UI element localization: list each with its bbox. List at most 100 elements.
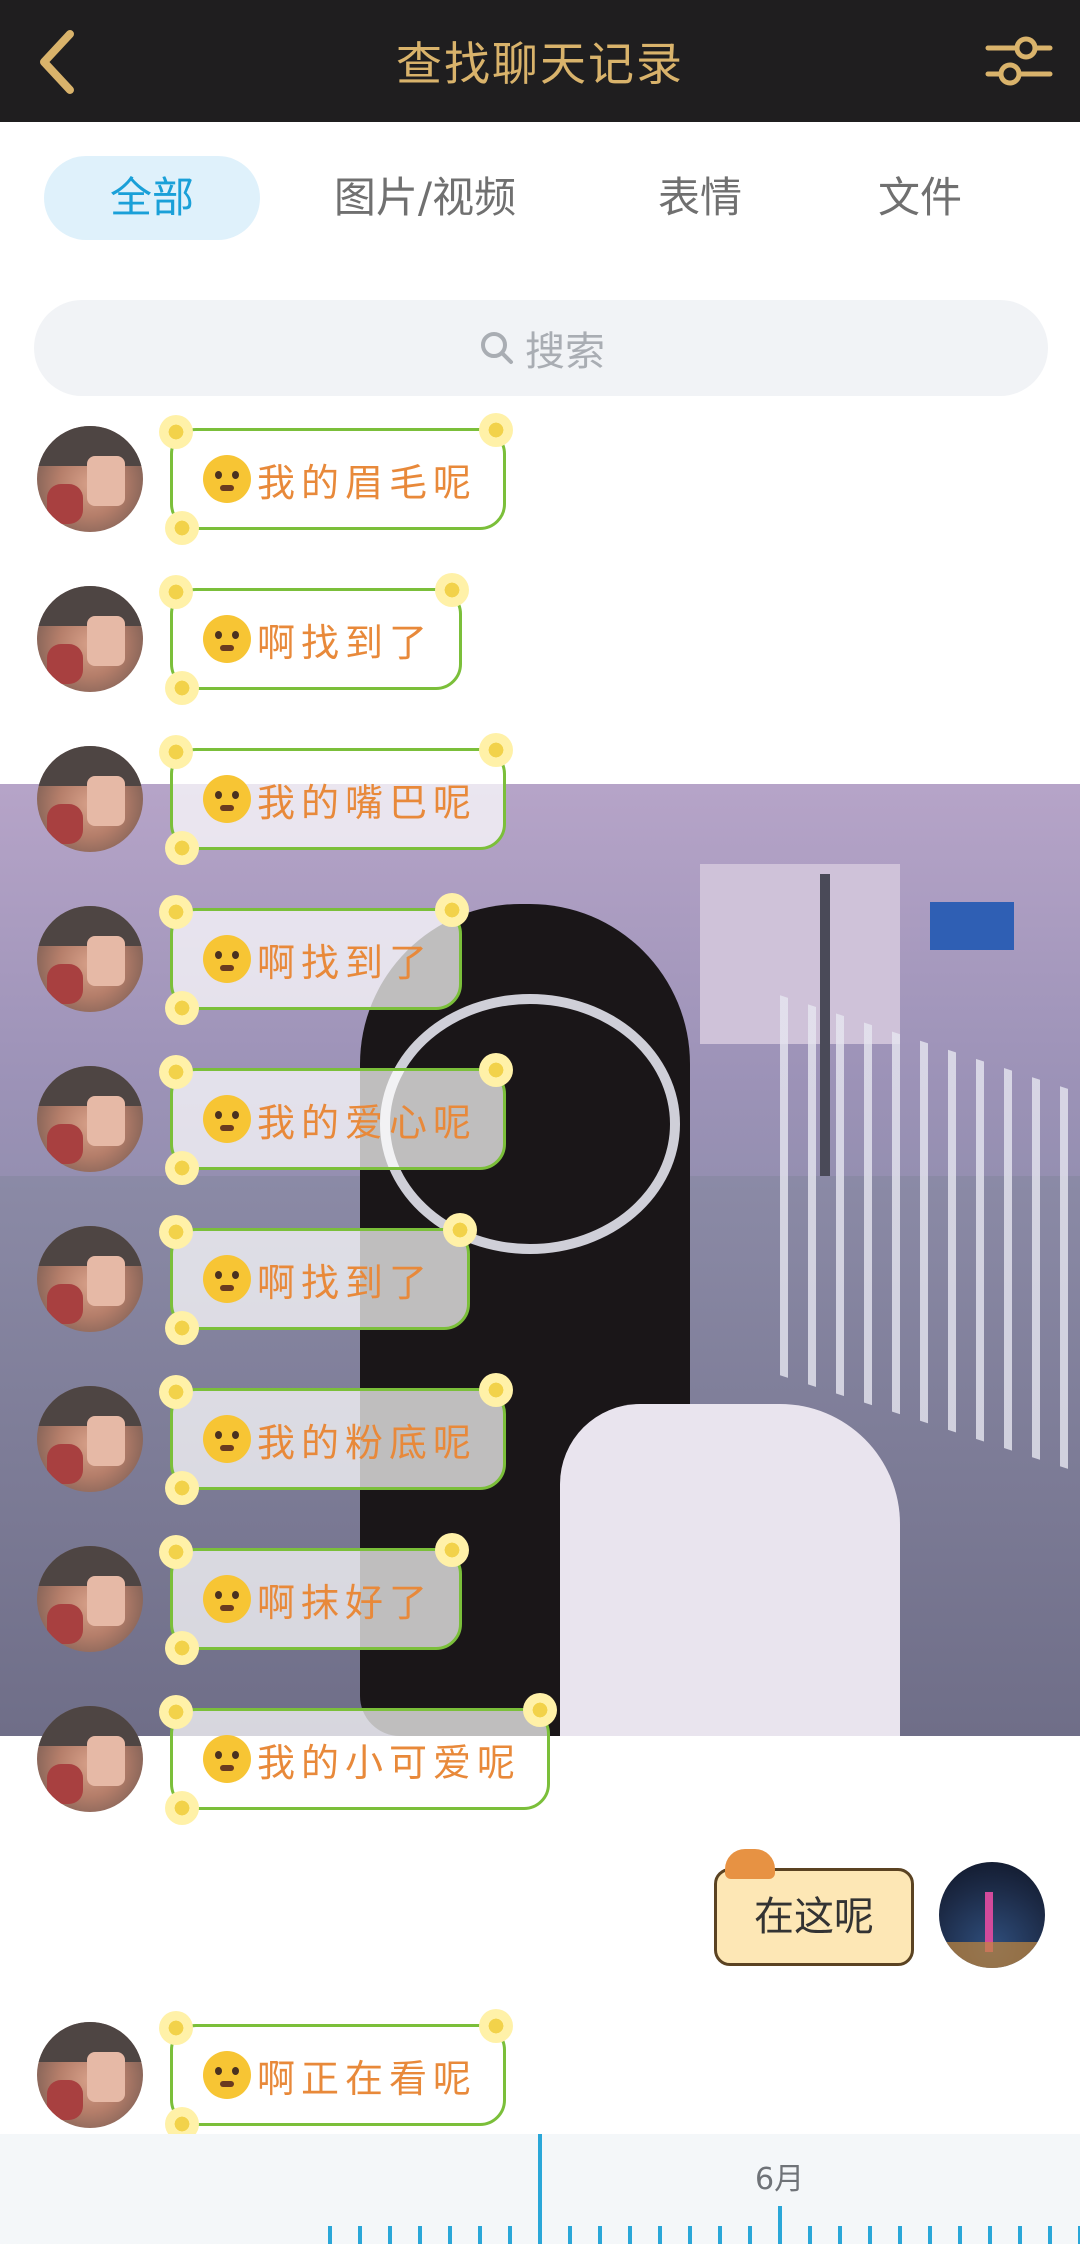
contact-avatar[interactable]	[37, 906, 143, 1012]
tab-all[interactable]: 全部	[44, 156, 260, 240]
message-bubble-self[interactable]: 在这呢	[714, 1849, 914, 1966]
filter-icon	[985, 36, 1053, 86]
message-row: 我的小可爱呢	[0, 1693, 1080, 1825]
search-icon	[481, 332, 513, 364]
flower-decoration-icon	[159, 575, 193, 609]
flower-decoration-icon	[159, 1215, 193, 1249]
date-timeline-scrubber[interactable]: 6月	[0, 2134, 1080, 2244]
flower-decoration-icon	[159, 2011, 193, 2045]
flower-decoration-icon	[159, 1695, 193, 1729]
flower-decoration-icon	[435, 1533, 469, 1567]
full-moon-face-icon	[203, 1575, 251, 1623]
frowning-face-icon	[203, 455, 251, 503]
contact-avatar[interactable]	[37, 2022, 143, 2128]
tab-images-videos[interactable]: 图片/视频	[320, 156, 530, 240]
new-moon-face-icon	[203, 1415, 251, 1463]
flower-decoration-icon	[165, 671, 199, 705]
tab-files[interactable]: 文件	[850, 156, 990, 240]
tab-stickers[interactable]: 表情	[630, 156, 770, 240]
message-row: 我的眉毛呢	[0, 413, 1080, 545]
flower-decoration-icon	[159, 1375, 193, 1409]
message-row: 啊找到了	[0, 573, 1080, 705]
flower-decoration-icon	[165, 991, 199, 1025]
message-bubble[interactable]: 我的爱心呢	[159, 1053, 513, 1185]
filter-button[interactable]	[982, 24, 1056, 98]
message-text: 啊正在看呢	[257, 2056, 478, 2101]
title-bar: 查找聊天记录	[0, 0, 1080, 122]
kissing-face-icon	[203, 1095, 251, 1143]
flower-decoration-icon	[165, 1311, 199, 1345]
contact-avatar[interactable]	[37, 1546, 143, 1652]
contact-avatar[interactable]	[37, 746, 143, 852]
contact-avatar[interactable]	[37, 1226, 143, 1332]
blowing-kiss-face-icon	[203, 1255, 251, 1303]
flower-decoration-icon	[165, 1791, 199, 1825]
flower-decoration-icon	[435, 573, 469, 607]
flower-decoration-icon	[479, 413, 513, 447]
message-row: 啊找到了	[0, 1213, 1080, 1345]
anguished-face-icon	[203, 615, 251, 663]
message-row: 啊抹好了	[0, 1533, 1080, 1665]
contact-avatar[interactable]	[37, 426, 143, 532]
flower-decoration-icon	[159, 415, 193, 449]
flower-decoration-icon	[165, 511, 199, 545]
message-bubble[interactable]: 啊正在看呢	[159, 2009, 513, 2141]
message-bubble[interactable]: 我的嘴巴呢	[159, 733, 513, 865]
message-text: 我的粉底呢	[257, 1420, 478, 1465]
message-row: 啊找到了	[0, 893, 1080, 1025]
message-text: 啊找到了	[257, 1260, 434, 1305]
tongue-out-face-icon	[203, 935, 251, 983]
message-row: 啊正在看呢	[0, 2009, 1080, 2141]
timeline-month-label: 6月	[755, 2162, 805, 2197]
flower-decoration-icon	[479, 2009, 513, 2043]
message-bubble[interactable]: 我的小可爱呢	[159, 1693, 557, 1825]
flower-decoration-icon	[165, 1151, 199, 1185]
flower-decoration-icon	[165, 831, 199, 865]
contact-avatar[interactable]	[37, 1066, 143, 1172]
message-text: 我的嘴巴呢	[257, 780, 478, 825]
search-input[interactable]: 搜索	[34, 300, 1048, 396]
flower-decoration-icon	[159, 895, 193, 929]
message-bubble[interactable]: 啊抹好了	[159, 1533, 469, 1665]
message-bubble[interactable]: 我的粉底呢	[159, 1373, 513, 1505]
page-title: 查找聊天记录	[396, 37, 684, 91]
contact-avatar[interactable]	[37, 1706, 143, 1812]
purple-heart-icon	[203, 1735, 251, 1783]
cat-sticker-decoration	[725, 1849, 775, 1879]
flower-decoration-icon	[479, 733, 513, 767]
timeline-ticks	[328, 2226, 1080, 2244]
flower-decoration-icon	[165, 1471, 199, 1505]
message-bubble[interactable]: 啊找到了	[159, 1213, 477, 1345]
message-text: 啊找到了	[257, 620, 434, 665]
flower-decoration-icon	[159, 1535, 193, 1569]
flower-decoration-icon	[443, 1213, 477, 1247]
tab-bar: 全部 图片/视频 表情 文件	[0, 122, 1080, 272]
message-text: 我的眉毛呢	[257, 460, 478, 505]
timeline-month-tick	[778, 2206, 782, 2244]
contact-avatar[interactable]	[37, 1386, 143, 1492]
message-text: 在这呢	[754, 1894, 874, 1940]
flower-decoration-icon	[435, 893, 469, 927]
search-placeholder: 搜索	[525, 329, 605, 375]
message-text: 我的爱心呢	[257, 1100, 478, 1145]
message-bubble[interactable]: 啊找到了	[159, 573, 469, 705]
flower-decoration-icon	[479, 1053, 513, 1087]
message-row: 我的粉底呢	[0, 1373, 1080, 1505]
message-bubble[interactable]: 我的眉毛呢	[159, 413, 513, 545]
message-text: 啊抹好了	[257, 1580, 434, 1625]
contact-avatar[interactable]	[37, 586, 143, 692]
flower-decoration-icon	[165, 1631, 199, 1665]
message-row: 我的爱心呢	[0, 1053, 1080, 1185]
flower-decoration-icon	[479, 1373, 513, 1407]
flower-decoration-icon	[159, 735, 193, 769]
my-avatar[interactable]	[939, 1862, 1045, 1968]
message-text: 我的小可爱呢	[257, 1740, 522, 1785]
message-row-self: 在这呢	[0, 1849, 1080, 1972]
message-text: 啊找到了	[257, 940, 434, 985]
sparkling-heart-icon	[203, 2051, 251, 2099]
message-row: 我的嘴巴呢	[0, 733, 1080, 865]
flower-decoration-icon	[159, 1055, 193, 1089]
face-without-mouth-icon	[203, 775, 251, 823]
message-bubble[interactable]: 啊找到了	[159, 893, 469, 1025]
flower-decoration-icon	[523, 1693, 557, 1727]
